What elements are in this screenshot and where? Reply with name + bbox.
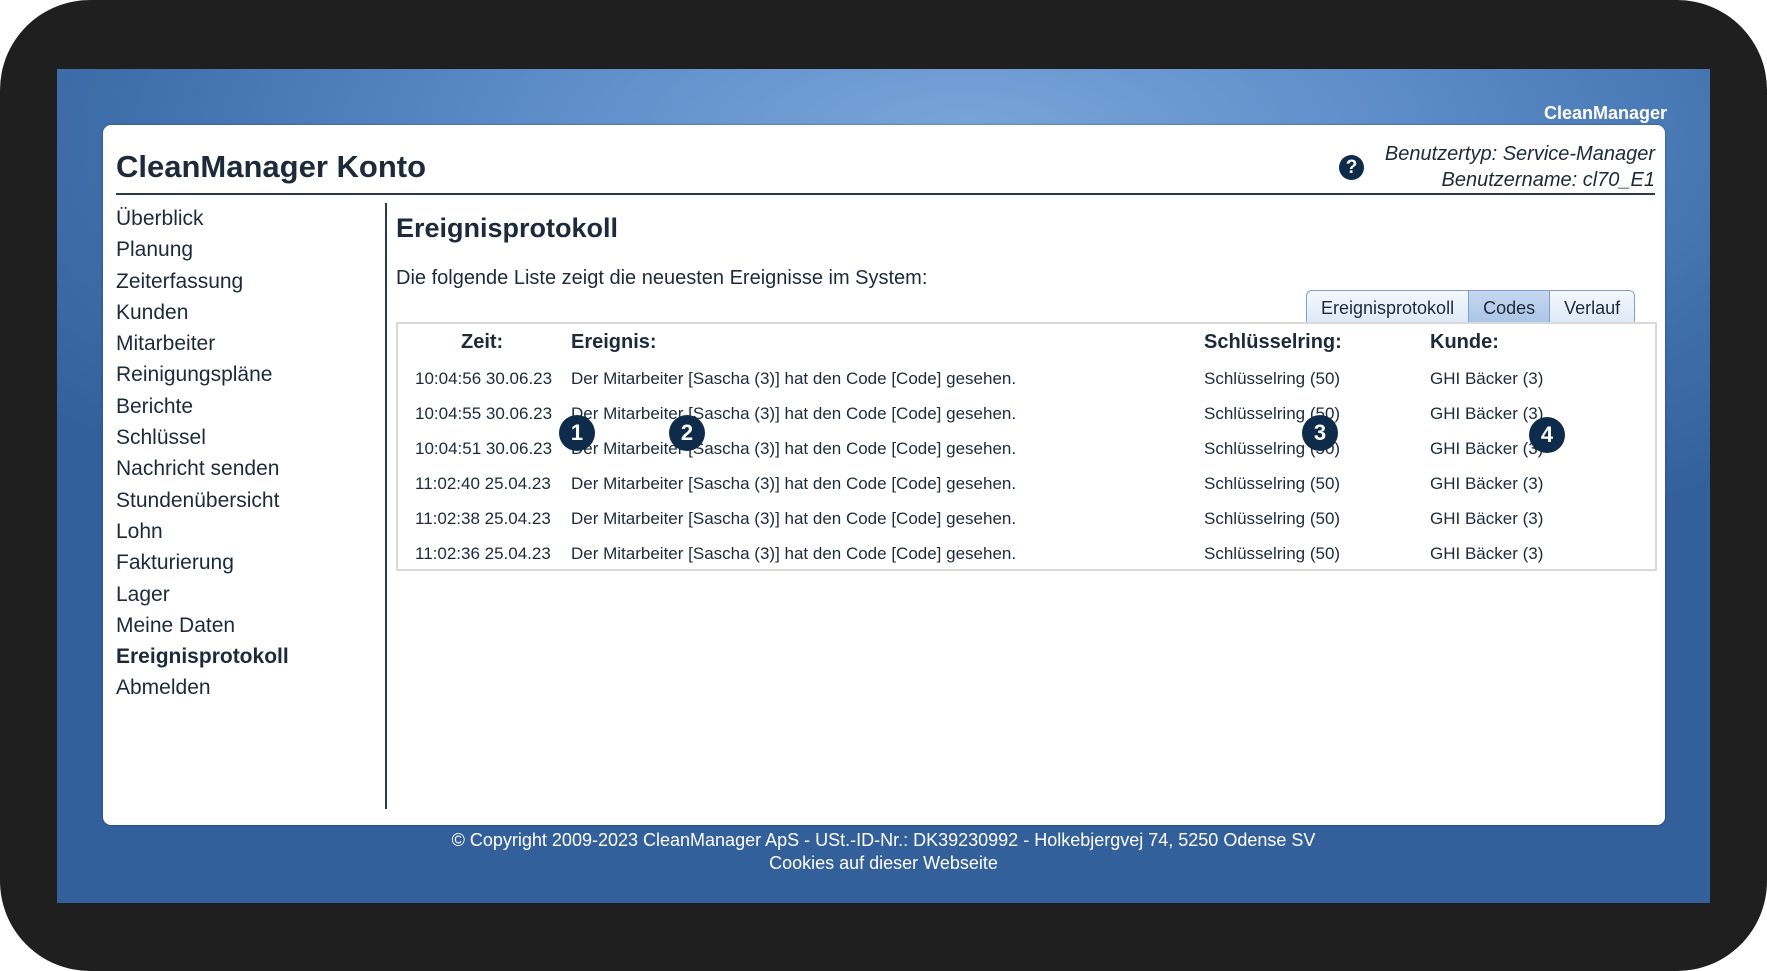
callout-badge-4: 4 (1529, 417, 1565, 453)
brand-label: CleanManager (1543, 103, 1667, 123)
cell-keyring: Schlüsselring (50) (1204, 544, 1341, 563)
tab-codes[interactable]: Codes (1469, 291, 1551, 325)
table-row: 11:02:40 25.04.23 Der Mitarbeiter [Sasch… (398, 469, 1655, 500)
sidebar-item-lager[interactable]: Lager (116, 579, 366, 610)
table-row: 11:02:36 25.04.23 Der Mitarbeiter [Sasch… (398, 539, 1655, 570)
sidebar-item-lohn[interactable]: Lohn (116, 516, 366, 547)
footer-cookies-link[interactable]: Cookies auf dieser Webseite (57, 852, 1710, 875)
cell-event: Der Mitarbeiter [Sascha (3)] hat den Cod… (571, 404, 1017, 423)
cell-time: 11:02:40 25.04.23 (415, 474, 551, 493)
user-info: Benutzertyp: Service-Manager Benutzernam… (1385, 141, 1655, 193)
footer: © Copyright 2009-2023 CleanManager ApS -… (57, 829, 1710, 875)
intro-text: Die folgende Liste zeigt die neuesten Er… (396, 267, 928, 289)
sidebar-item-schluessel[interactable]: Schlüssel (116, 422, 366, 453)
sidebar-item-ereignisprotokoll[interactable]: Ereignisprotokoll (116, 641, 366, 672)
device-frame: CleanManager CleanManager Konto ? Benutz… (0, 0, 1767, 971)
main-panel: CleanManager Konto ? Benutzertyp: Servic… (103, 125, 1665, 825)
sidebar-item-nachricht-senden[interactable]: Nachricht senden (116, 453, 366, 484)
column-header-ereignis: Ereignis: (571, 331, 657, 353)
cell-customer: GHI Bäcker (3) (1430, 509, 1544, 528)
sidebar-item-zeiterfassung[interactable]: Zeiterfassung (116, 266, 366, 297)
column-header-zeit: Zeit: (461, 331, 504, 353)
sidebar-item-stundenuebersicht[interactable]: Stundenübersicht (116, 485, 366, 516)
sidebar-item-ueberblick[interactable]: Überblick (116, 203, 366, 234)
cell-event: Der Mitarbeiter [Sascha (3)] hat den Cod… (571, 509, 1017, 528)
sidebar-item-mitarbeiter[interactable]: Mitarbeiter (116, 328, 366, 359)
cell-keyring: Schlüsselring (50) (1204, 474, 1341, 493)
column-header-kunde: Kunde: (1430, 331, 1499, 353)
cell-time: 10:04:56 30.06.23 (415, 369, 553, 388)
sidebar-item-meine-daten[interactable]: Meine Daten (116, 610, 366, 641)
tab-verlauf[interactable]: Verlauf (1550, 291, 1635, 325)
cell-time: 10:04:55 30.06.23 (415, 404, 553, 423)
sidebar-divider (385, 203, 387, 809)
table-row: 10:04:56 30.06.23 Der Mitarbeiter [Sasch… (398, 364, 1655, 395)
header-divider (116, 193, 1655, 195)
user-type: Benutzertyp: Service-Manager (1384, 143, 1655, 165)
section-title: Ereignisprotokoll (396, 213, 619, 243)
cell-time: 11:02:38 25.04.23 (415, 509, 551, 528)
main-content: Ereignisprotokoll Die folgende Liste zei… (396, 205, 1657, 571)
callout-badge-3: 3 (1302, 415, 1338, 451)
cell-customer: GHI Bäcker (3) (1430, 474, 1544, 493)
cell-event: Der Mitarbeiter [Sascha (3)] hat den Cod… (571, 544, 1017, 563)
page-title: CleanManager Konto (116, 149, 427, 184)
sidebar-item-kunden[interactable]: Kunden (116, 297, 366, 328)
cell-customer: GHI Bäcker (3) (1430, 369, 1544, 388)
tab-bar: Ereignisprotokoll Codes Verlauf (1306, 290, 1636, 326)
sidebar-item-fakturierung[interactable]: Fakturierung (116, 547, 366, 578)
cell-event: Der Mitarbeiter [Sascha (3)] hat den Cod… (571, 474, 1017, 493)
column-header-schluesselring: Schlüsselring: (1204, 331, 1342, 353)
sidebar-item-planung[interactable]: Planung (116, 234, 366, 265)
footer-copyright: © Copyright 2009-2023 CleanManager ApS -… (451, 830, 1316, 850)
table-row: 11:02:38 25.04.23 Der Mitarbeiter [Sasch… (398, 504, 1655, 535)
callout-badge-1: 1 (559, 415, 595, 451)
tab-ereignisprotokoll[interactable]: Ereignisprotokoll (1307, 291, 1470, 325)
app-window: CleanManager CleanManager Konto ? Benutz… (57, 69, 1710, 903)
cell-event: Der Mitarbeiter [Sascha (3)] hat den Cod… (571, 439, 1017, 458)
cell-keyring: Schlüsselring (50) (1204, 509, 1341, 528)
sidebar-item-reinigungsplaene[interactable]: Reinigungspläne (116, 359, 366, 390)
cell-time: 11:02:36 25.04.23 (415, 544, 551, 563)
cell-keyring: Schlüsselring (50) (1204, 369, 1341, 388)
cell-customer: GHI Bäcker (3) (1430, 439, 1544, 458)
help-icon[interactable]: ? (1339, 155, 1364, 180)
cell-time: 10:04:51 30.06.23 (415, 439, 553, 458)
cell-customer: GHI Bäcker (3) (1430, 544, 1544, 563)
sidebar-nav: Überblick Planung Zeiterfassung Kunden M… (116, 203, 366, 704)
sidebar-item-berichte[interactable]: Berichte (116, 391, 366, 422)
cell-event: Der Mitarbeiter [Sascha (3)] hat den Cod… (571, 369, 1017, 388)
callout-badge-2: 2 (669, 415, 705, 451)
sidebar-item-abmelden[interactable]: Abmelden (116, 672, 366, 703)
cell-customer: GHI Bäcker (3) (1430, 404, 1544, 423)
user-name: Benutzername: cl70_E1 (1441, 169, 1655, 191)
